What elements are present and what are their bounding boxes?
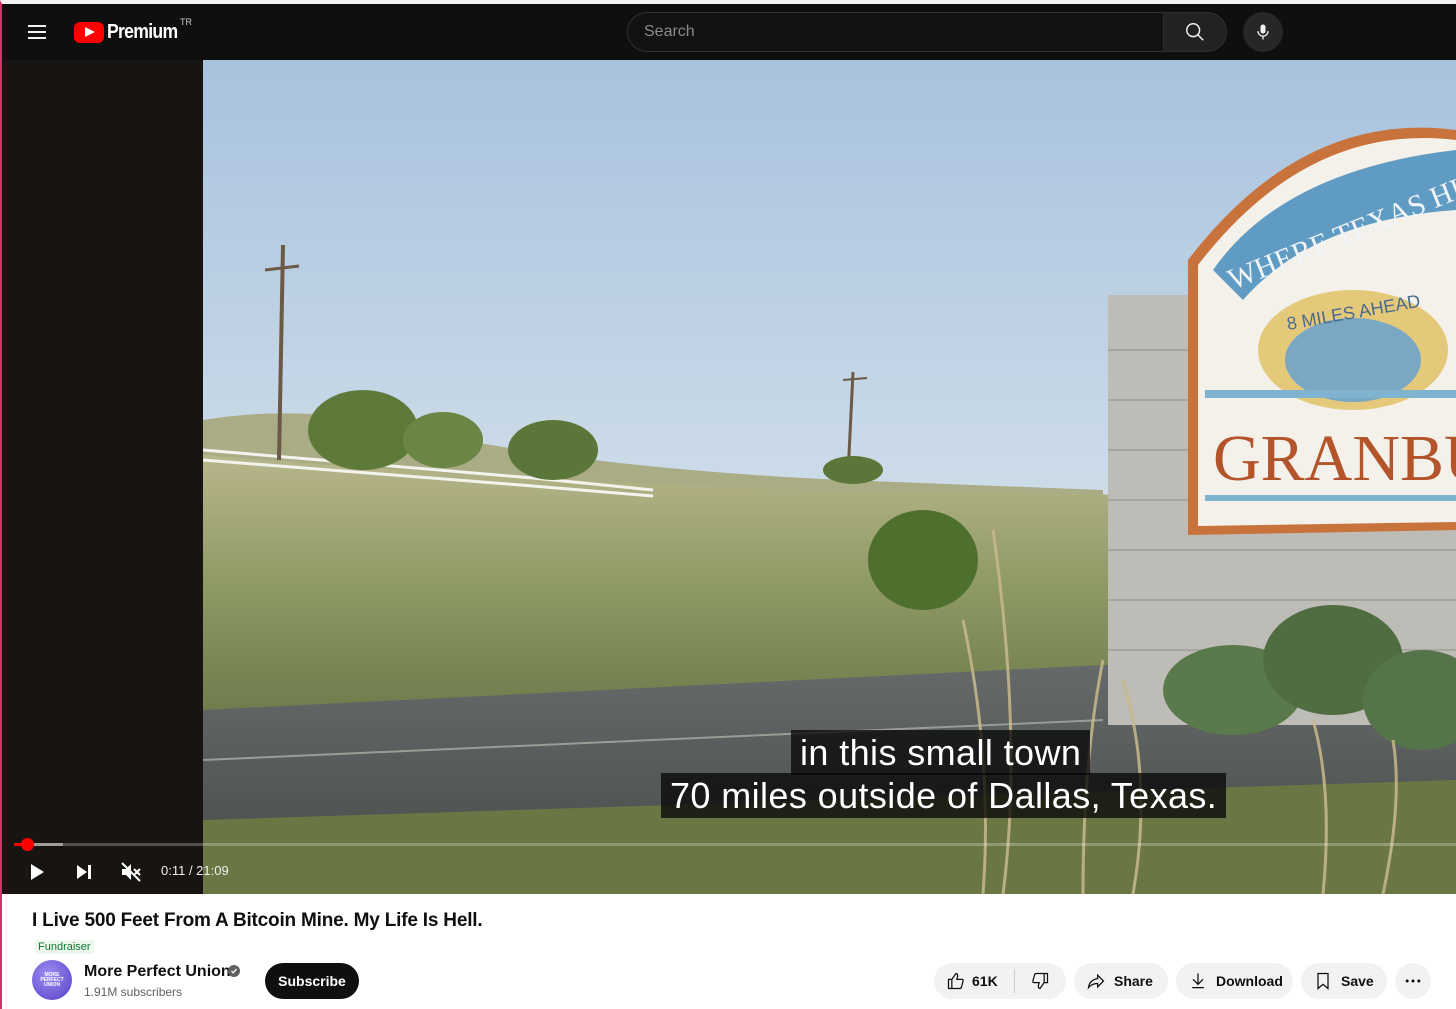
youtube-premium-logo[interactable]: Premium [74, 18, 187, 46]
menu-icon[interactable] [24, 18, 52, 46]
like-dislike-group: 61K [934, 963, 1066, 999]
share-icon [1087, 973, 1105, 990]
page: Premium TR Search 8 MILES AHEAD GRANB in… [0, 0, 1456, 1009]
caption-line: in this small town [791, 730, 1091, 775]
dislike-button[interactable] [1015, 963, 1065, 999]
player-controls: 0:11 / 21:09 [2, 854, 1456, 890]
video-player[interactable]: WHERE TEXAS HISTORY LI 8 MILES AHEAD GRA… [2, 60, 1456, 894]
download-button[interactable]: Download [1176, 963, 1293, 999]
channel-name[interactable]: More Perfect Union [84, 963, 231, 981]
progress-bar[interactable] [14, 838, 1456, 851]
logo-text: Premium [107, 20, 178, 43]
share-button[interactable]: Share [1074, 963, 1168, 999]
search-input[interactable] [627, 12, 1163, 52]
download-icon [1192, 973, 1204, 989]
search-button[interactable] [1163, 12, 1227, 52]
subscribe-button[interactable]: Subscribe [265, 963, 359, 999]
save-label: Save [1341, 973, 1374, 989]
search-icon [1186, 23, 1204, 41]
dislike-icon [1032, 972, 1049, 990]
mute-icon [121, 862, 141, 882]
fundraiser-badge[interactable]: Fundraiser [35, 940, 94, 954]
sign-town-text: GRANBUR [1213, 422, 1456, 495]
next-icon [77, 865, 91, 879]
download-label: Download [1216, 973, 1283, 989]
time-display: 0:11 / 21:09 [161, 863, 229, 878]
search-box [627, 12, 1227, 52]
play-button[interactable] [19, 854, 55, 890]
avatar[interactable]: MORE PERFECT UNION [32, 960, 72, 1000]
region-code: TR [180, 17, 192, 27]
share-label: Share [1114, 973, 1153, 989]
masthead: Premium TR [2, 4, 1456, 60]
more-icon [1405, 979, 1421, 983]
next-button[interactable] [66, 854, 102, 890]
youtube-logo-icon [74, 21, 104, 43]
progress-scrubber[interactable] [20, 838, 34, 851]
voice-search-button[interactable] [1243, 12, 1283, 52]
caption-line: 70 miles outside of Dallas, Texas. [661, 773, 1227, 818]
mute-button[interactable] [113, 854, 149, 890]
video-title: I Live 500 Feet From A Bitcoin Mine. My … [32, 910, 483, 931]
avatar-text: MORE PERFECT UNION [40, 971, 64, 988]
like-count: 61K [972, 973, 998, 989]
verified-icon [228, 965, 240, 977]
mic-icon [1257, 24, 1269, 40]
subscriber-count: 1.91M subscribers [84, 985, 183, 999]
like-icon [947, 972, 964, 990]
like-button[interactable]: 61K [934, 963, 1014, 999]
save-icon [1317, 972, 1329, 990]
more-actions-button[interactable] [1395, 963, 1431, 999]
save-button[interactable]: Save [1301, 963, 1387, 999]
play-icon [31, 864, 44, 880]
